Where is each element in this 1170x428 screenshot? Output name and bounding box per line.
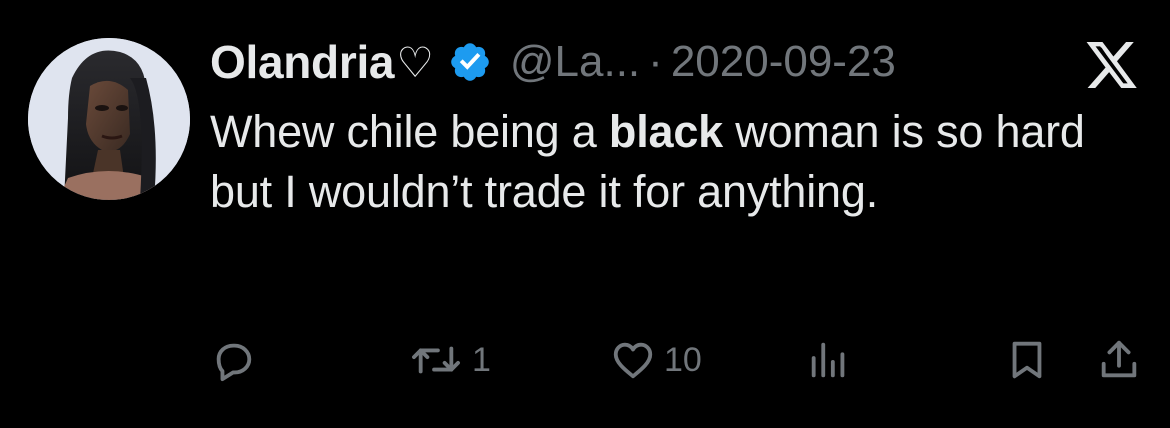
reply-icon <box>216 343 252 382</box>
tweet-card[interactable]: Olandria ♡ @La... · 2020-09-23 Whew chil… <box>0 0 1170 428</box>
like-button[interactable]: 10 <box>610 330 702 390</box>
heart-icon <box>613 342 653 379</box>
share-button[interactable] <box>1096 330 1142 390</box>
retweet-count: 1 <box>472 340 491 379</box>
retweet-button[interactable]: 1 <box>408 330 491 390</box>
avatar[interactable] <box>28 38 190 200</box>
author-name[interactable]: Olandria <box>210 35 395 89</box>
author-handle[interactable]: @La... <box>510 37 640 87</box>
tweet-text-bold: black <box>608 106 723 157</box>
analytics-icon <box>811 342 845 378</box>
retweet-icon <box>412 346 460 374</box>
share-icon <box>1101 340 1137 378</box>
bookmark-button[interactable] <box>1004 330 1050 390</box>
tweet-header: Olandria ♡ @La... · 2020-09-23 <box>210 32 896 92</box>
tweet-date[interactable]: 2020-09-23 <box>671 37 896 87</box>
reply-button[interactable] <box>210 330 264 390</box>
like-count: 10 <box>664 340 702 379</box>
views-button[interactable] <box>806 330 860 390</box>
x-logo-icon <box>1086 42 1138 88</box>
verified-badge-icon <box>448 40 492 84</box>
avatar-photo <box>28 38 190 200</box>
tweet-text: Whew chile being a black woman is so har… <box>210 102 1150 222</box>
separator-dot: · <box>648 37 663 86</box>
action-bar: 1 10 <box>0 330 1170 390</box>
bookmark-icon <box>1012 341 1042 379</box>
tweet-text-part-1: Whew chile being a <box>210 106 609 157</box>
author-name-emoji: ♡ <box>396 37 434 87</box>
